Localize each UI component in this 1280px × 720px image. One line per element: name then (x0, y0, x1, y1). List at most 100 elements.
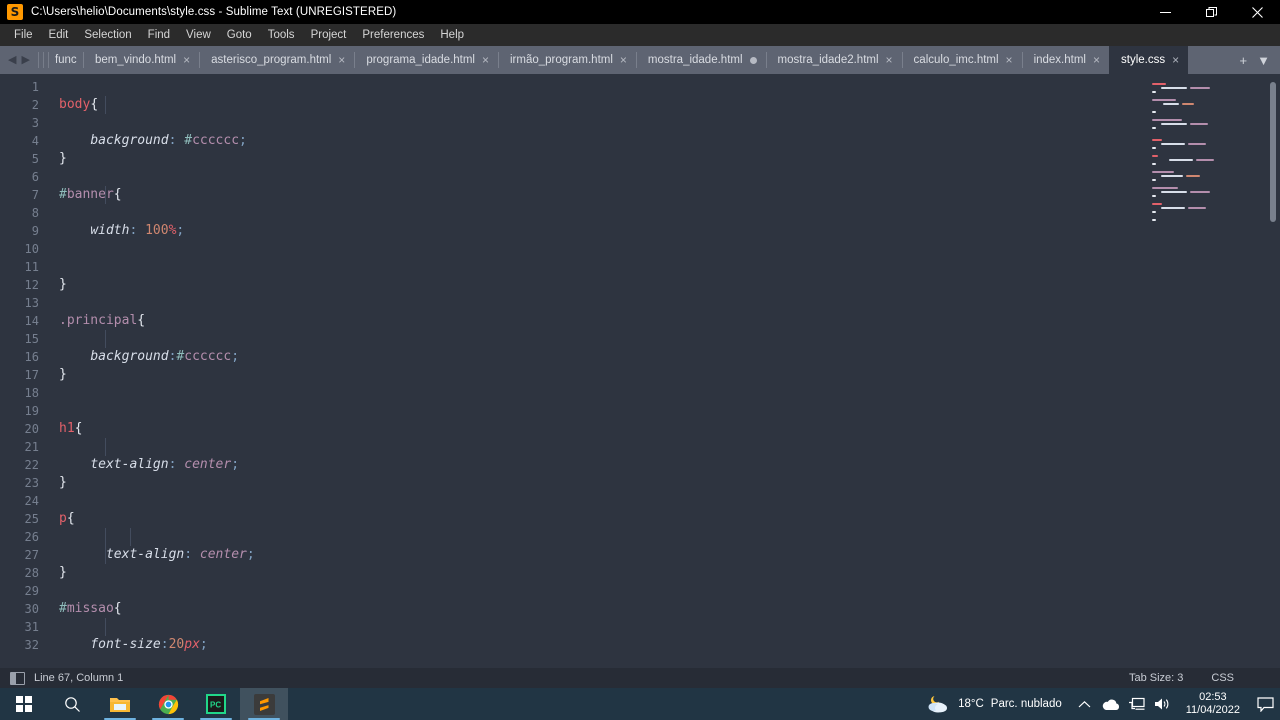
tab-scroll-right-icon[interactable]: ▶ (21, 54, 29, 66)
tab-calculo-imc-html[interactable]: calculo_imc.html × (901, 46, 1022, 74)
tab-group-separators (37, 46, 55, 74)
minimap-segment (1161, 207, 1185, 209)
line-number-gutter: 1 2 3 4 5 6 7 8 9 10 11 12 13 14 15 16 17 18 19 20 21 22 23 24 2… (0, 74, 48, 668)
tab-label: programa_idade.html (366, 54, 475, 66)
menu-view[interactable]: View (178, 26, 219, 44)
notification-bubble-icon (1256, 696, 1274, 712)
tab-scroll-left-icon[interactable]: ◀ (8, 54, 16, 66)
tab-close-icon[interactable]: × (183, 54, 190, 66)
minimap-segment (1152, 155, 1158, 157)
panel-toggle-icon[interactable] (10, 671, 25, 685)
menu-project[interactable]: Project (303, 26, 355, 44)
weather-temperature: 18°C (958, 698, 984, 710)
restore-button[interactable] (1188, 0, 1234, 24)
taskbar-clock[interactable]: 02:53 11/04/2022 (1176, 691, 1250, 717)
tab-mostra-idade2-html[interactable]: mostra_idade2.html × (765, 46, 902, 74)
line-number: 32 (24, 638, 39, 652)
tab-unsaved-dot-icon[interactable] (749, 56, 757, 64)
taskbar-search-button[interactable] (48, 688, 96, 720)
tab-mostra-idade-html[interactable]: mostra_idade.html (635, 46, 766, 74)
menu-goto[interactable]: Goto (219, 26, 260, 44)
tab-index-html[interactable]: index.html × (1021, 46, 1109, 74)
tab-menu-button[interactable]: ▼ (1257, 54, 1270, 67)
minimap-segment (1152, 159, 1166, 161)
tab-style-css[interactable]: style.css × (1109, 46, 1189, 74)
minimize-button[interactable] (1142, 0, 1188, 24)
menu-selection[interactable]: Selection (76, 26, 139, 44)
tab-func[interactable]: func (55, 46, 83, 74)
menu-tools[interactable]: Tools (260, 26, 303, 44)
tab-label: mostra_idade2.html (777, 54, 879, 66)
minimap-segment (1196, 159, 1214, 161)
tab-label: bem_vindo.html (94, 54, 177, 66)
taskbar-google-chrome[interactable] (144, 688, 192, 720)
volume-tray-icon[interactable] (1150, 688, 1176, 720)
network-tray-icon[interactable] (1124, 688, 1150, 720)
code-token: px (184, 637, 200, 652)
code-token: 20 (168, 637, 185, 652)
code-token: missao (66, 601, 114, 616)
tab-close-icon[interactable]: × (482, 54, 489, 66)
code-token: ; (199, 637, 208, 652)
monitor-icon (1129, 697, 1145, 710)
file-explorer-icon (110, 697, 130, 712)
minimap-segment (1188, 143, 1206, 145)
tab-asterisco-program-html[interactable]: asterisco_program.html × (199, 46, 354, 74)
menu-preferences[interactable]: Preferences (354, 26, 432, 44)
code-token: text-align (90, 457, 169, 472)
code-line: } (48, 474, 1140, 492)
taskbar-file-explorer[interactable] (96, 688, 144, 720)
syntax-indicator[interactable]: CSS (1211, 672, 1280, 684)
system-tray: 18°C Parc. nublado 02:53 11/04/2022 (921, 688, 1280, 720)
tab-label: calculo_imc.html (913, 54, 999, 66)
code-token: { (113, 187, 122, 202)
sublime-text-icon: S (7, 4, 23, 20)
taskbar-pycharm[interactable]: PC (192, 688, 240, 720)
code-content[interactable]: body{ background: #cccccc;} #banner{ wid… (48, 74, 1140, 668)
minimap-segment (1152, 179, 1156, 181)
status-bar: Line 67, Column 1 Tab Size: 3 CSS (0, 668, 1280, 688)
menu-file[interactable]: File (6, 26, 41, 44)
tab-close-icon[interactable]: × (1093, 54, 1100, 66)
new-tab-button[interactable]: + (1240, 54, 1248, 67)
tab-programa-idade-html[interactable]: programa_idade.html × (354, 46, 498, 74)
tab-close-icon[interactable]: × (620, 54, 627, 66)
line-number: 25 (24, 512, 39, 526)
menu-edit[interactable]: Edit (41, 26, 77, 44)
tab-close-icon[interactable]: × (338, 54, 345, 66)
weather-condition: Parc. nublado (990, 698, 1062, 710)
code-token: ; (239, 133, 247, 148)
minimap-segment (1152, 87, 1158, 89)
tab-irm-o-program-html[interactable]: irmão_program.html × (498, 46, 636, 74)
close-button[interactable] (1234, 0, 1280, 24)
line-number: 7 (31, 188, 39, 202)
tab-close-icon[interactable]: × (1172, 54, 1179, 66)
minimap-segment (1161, 123, 1187, 125)
notification-center-button[interactable] (1250, 688, 1280, 720)
code-minimap[interactable] (1140, 74, 1280, 668)
code-line: body{ (48, 96, 1140, 114)
menu-help[interactable]: Help (432, 26, 472, 44)
tab-close-icon[interactable]: × (886, 54, 893, 66)
menu-find[interactable]: Find (140, 26, 178, 44)
taskbar-sublime-text[interactable] (240, 688, 288, 720)
onedrive-tray-icon[interactable] (1098, 688, 1124, 720)
tab-close-icon[interactable]: × (1006, 54, 1013, 66)
line-number: 11 (24, 260, 39, 274)
minimap-segment (1152, 191, 1158, 193)
show-hidden-icons-button[interactable] (1072, 688, 1098, 720)
line-number: 29 (24, 584, 39, 598)
tab-size-indicator[interactable]: Tab Size: 3 (1129, 672, 1211, 684)
minimap-segment (1152, 111, 1156, 113)
code-token: { (74, 421, 83, 436)
taskbar-weather-widget[interactable]: 18°C Parc. nublado (921, 694, 1072, 714)
start-button[interactable] (0, 688, 48, 720)
menu-bar: File Edit Selection Find View Goto Tools… (0, 24, 1280, 46)
tab-scroll-controls: ◀ ▶ (0, 46, 38, 74)
minimap-scrollbar[interactable] (1270, 82, 1276, 222)
tab-bem-vindo-html[interactable]: bem_vindo.html × (82, 46, 199, 74)
code-token: # (59, 601, 67, 616)
